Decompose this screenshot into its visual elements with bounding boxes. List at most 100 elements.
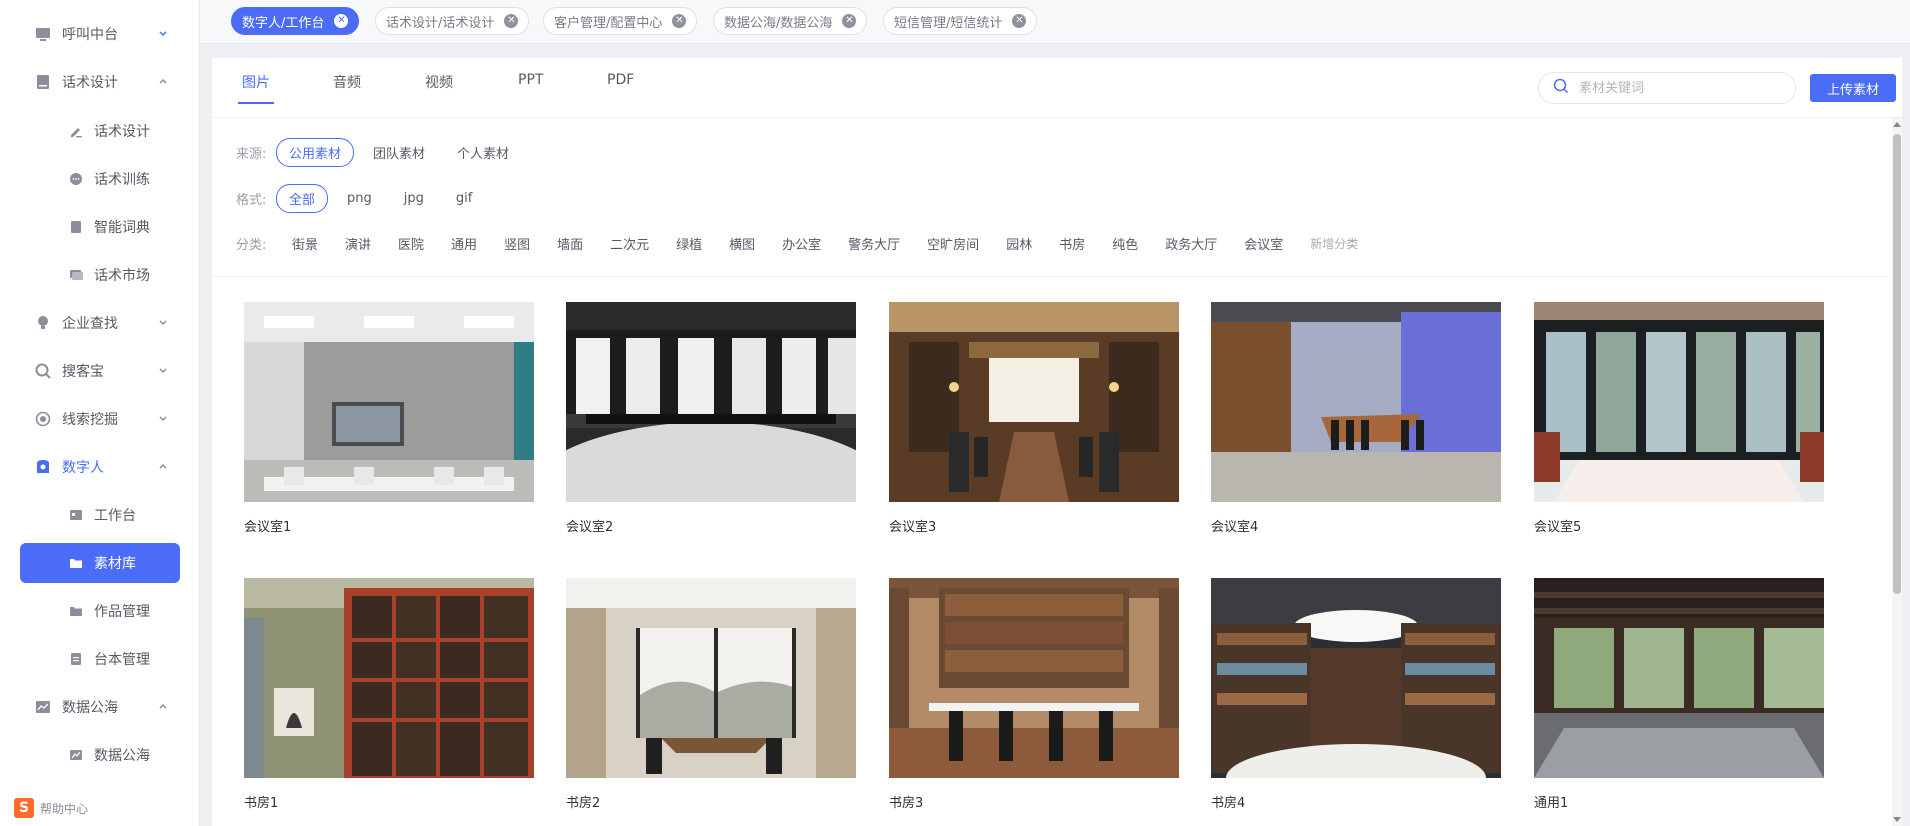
close-icon[interactable]: ✕	[842, 14, 857, 28]
chevron-up-icon	[156, 460, 170, 474]
thumbnail-image[interactable]	[889, 302, 1179, 502]
material-card[interactable]: 会议室1	[244, 302, 534, 535]
tag-data-sea[interactable]: 数据公海/数据公海 ✕	[713, 7, 868, 35]
category-item[interactable]: 园林	[1006, 234, 1032, 253]
sidebar-item-label: 线索挖掘	[62, 412, 118, 428]
tab-image[interactable]: 图片	[238, 72, 274, 104]
sidebar-item-smart-dictionary[interactable]: 智能词典	[20, 207, 180, 247]
sidebar-item-label: 数据公海	[62, 700, 118, 716]
sidebar-item-material-library[interactable]: 素材库	[20, 543, 180, 583]
thumbnail-image[interactable]	[1534, 578, 1824, 778]
sidebar-item-digital-human[interactable]: 数字人	[20, 447, 180, 487]
thumbnail-image[interactable]	[1534, 302, 1824, 502]
tag-label: 客户管理/配置中心	[554, 15, 663, 31]
close-icon[interactable]: ✕	[504, 14, 519, 28]
category-item[interactable]: 二次元	[610, 234, 649, 253]
search-input[interactable]	[1579, 80, 1779, 96]
add-category-button[interactable]: 新增分类	[1310, 235, 1358, 252]
category-item[interactable]: 绿植	[676, 234, 702, 253]
tag-customer-config[interactable]: 客户管理/配置中心 ✕	[543, 7, 698, 35]
material-card[interactable]: 会议室2	[566, 302, 856, 535]
sidebar-item-enterprise-search[interactable]: 企业查找	[20, 303, 180, 343]
tag-digital-human-workbench[interactable]: 数字人/工作台 ✕	[231, 7, 360, 35]
material-name: 会议室5	[1534, 520, 1582, 535]
sidebar-item-sokebao[interactable]: 搜客宝	[20, 351, 180, 391]
category-item[interactable]: 街景	[292, 234, 318, 253]
category-item[interactable]: 横图	[729, 234, 755, 253]
format-jpg[interactable]: jpg	[391, 186, 437, 211]
scroll-down-arrow[interactable]	[1893, 817, 1901, 822]
vertical-scrollbar[interactable]	[1892, 118, 1902, 826]
category-item[interactable]: 政务大厅	[1165, 234, 1217, 253]
close-icon[interactable]: ✕	[1012, 14, 1027, 28]
sidebar-item-script-training[interactable]: 话术训练	[20, 159, 180, 199]
search-box[interactable]	[1538, 72, 1796, 104]
category-item[interactable]: 竖图	[504, 234, 530, 253]
format-gif[interactable]: gif	[443, 186, 485, 211]
sidebar-item-lead-mining[interactable]: 线索挖掘	[20, 399, 180, 439]
sidebar-item-workbench[interactable]: 工作台	[20, 495, 180, 535]
format-png[interactable]: png	[334, 186, 385, 211]
category-item[interactable]: 空旷房间	[927, 234, 979, 253]
material-card[interactable]: 会议室4	[1211, 302, 1501, 535]
category-item[interactable]: 纯色	[1112, 234, 1138, 253]
sidebar-item-data-sea-sub[interactable]: 数据公海	[20, 735, 180, 775]
category-item[interactable]: 通用	[451, 234, 477, 253]
tag-sms-stats[interactable]: 短信管理/短信统计 ✕	[883, 7, 1038, 35]
material-card[interactable]: 会议室3	[889, 302, 1179, 535]
category-item[interactable]: 演讲	[345, 234, 371, 253]
material-card[interactable]: 书房2	[566, 578, 856, 811]
material-name: 会议室1	[244, 520, 292, 535]
source-public[interactable]: 公用素材	[276, 137, 355, 167]
material-card[interactable]: 书房1	[244, 578, 534, 811]
source-personal[interactable]: 个人素材	[444, 138, 522, 167]
tag-script-design[interactable]: 话术设计/话术设计 ✕	[375, 7, 530, 35]
upload-button[interactable]: 上传素材	[1810, 74, 1896, 102]
thumbnail-image[interactable]	[244, 578, 534, 778]
material-card[interactable]: 书房3	[889, 578, 1179, 811]
chevron-up-icon	[156, 700, 170, 714]
close-icon[interactable]: ✕	[672, 14, 687, 28]
category-item[interactable]: 会议室	[1244, 234, 1283, 253]
sidebar-item-works-management[interactable]: 作品管理	[20, 591, 180, 631]
chevron-down-icon	[156, 364, 170, 378]
close-icon[interactable]: ✕	[334, 14, 349, 28]
chevron-down-icon	[156, 412, 170, 426]
sidebar-item-script-design[interactable]: 话术设计	[20, 62, 180, 102]
sidebar-item-call-center[interactable]: 呼叫中台	[20, 14, 180, 54]
thumbnail-image[interactable]	[244, 302, 534, 502]
category-item[interactable]: 警务大厅	[848, 234, 900, 253]
tab-video[interactable]: 视频	[425, 72, 453, 104]
app-logo: S	[14, 798, 34, 818]
sidebar-item-label: 企业查找	[62, 316, 118, 332]
tab-pdf[interactable]: PDF	[607, 72, 634, 104]
thumbnail-image[interactable]	[566, 578, 856, 778]
sidebar-item-script-design-sub[interactable]: 话术设计	[20, 111, 180, 151]
help-center[interactable]: S 帮助中心	[14, 798, 88, 818]
thumbnail-image[interactable]	[1211, 578, 1501, 778]
tab-audio[interactable]: 音频	[333, 72, 361, 104]
chevron-up-icon	[156, 75, 170, 89]
sidebar-item-script-management[interactable]: 台本管理	[20, 639, 180, 679]
thumbnail-image[interactable]	[1211, 302, 1501, 502]
source-team[interactable]: 团队素材	[360, 138, 438, 167]
sidebar-item-label: 素材库	[94, 556, 136, 572]
material-name: 会议室4	[1211, 520, 1259, 535]
category-item[interactable]: 医院	[398, 234, 424, 253]
category-item[interactable]: 书房	[1059, 234, 1085, 253]
sidebar-item-data-sea[interactable]: 数据公海	[20, 687, 180, 727]
scroll-thumb[interactable]	[1893, 134, 1901, 594]
material-name: 书房2	[566, 796, 601, 811]
material-type-tabs: 图片 音频 视频 PPT PDF 上传素材	[212, 58, 1902, 118]
category-item[interactable]: 墙面	[557, 234, 583, 253]
material-card[interactable]: 书房4	[1211, 578, 1501, 811]
thumbnail-image[interactable]	[566, 302, 856, 502]
scroll-up-arrow[interactable]	[1893, 122, 1901, 127]
material-card[interactable]: 通用1	[1534, 578, 1824, 811]
thumbnail-image[interactable]	[889, 578, 1179, 778]
sidebar-item-script-market[interactable]: 话术市场	[20, 255, 180, 295]
material-card[interactable]: 会议室5	[1534, 302, 1824, 535]
category-item[interactable]: 办公室	[782, 234, 821, 253]
format-all[interactable]: 全部	[276, 183, 329, 213]
tab-ppt[interactable]: PPT	[518, 72, 543, 104]
